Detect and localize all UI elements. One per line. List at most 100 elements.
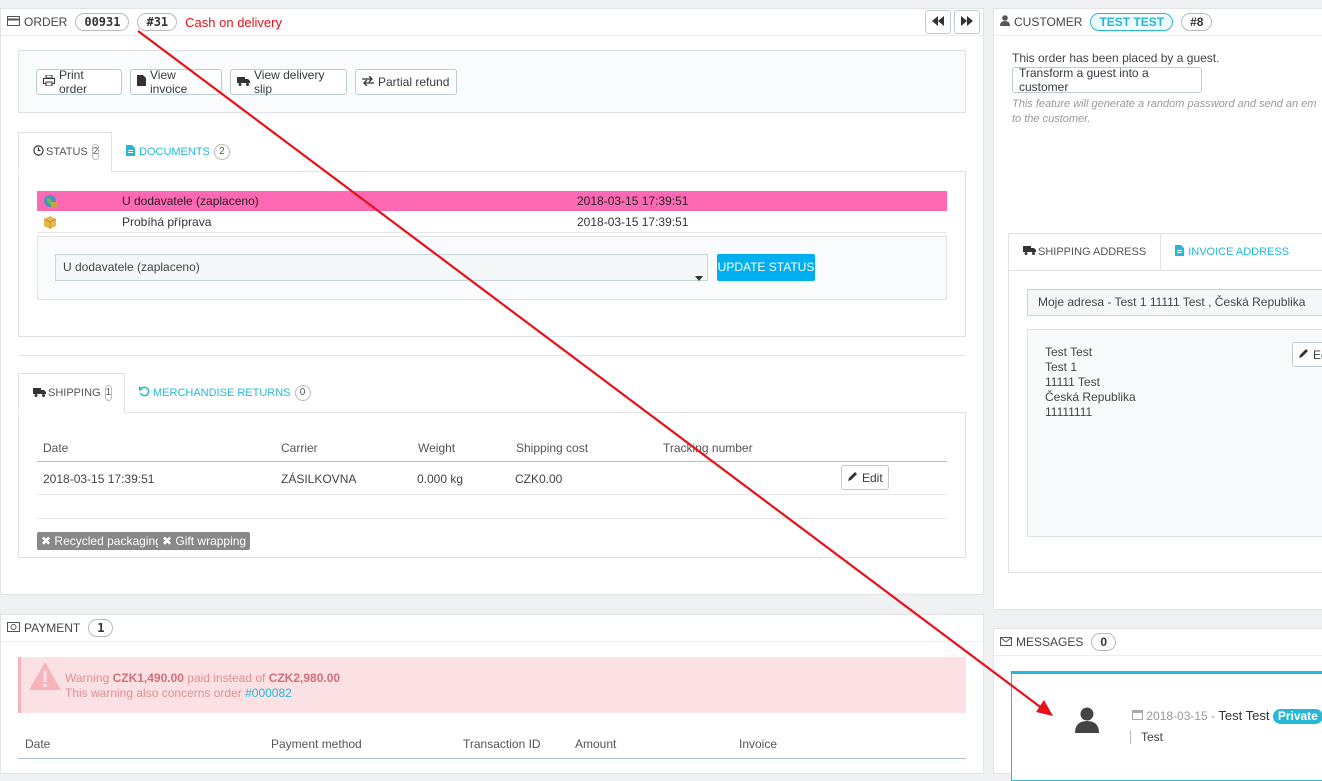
transform-guest-button[interactable]: Transform a guest into a customer <box>1012 66 1202 94</box>
warning-paid-amount: CZK1,490.00 <box>112 671 184 685</box>
edit-address-label: Ed <box>1313 347 1322 362</box>
update-status-label: UPDATE STATUS <box>717 260 815 274</box>
tab-invoice-address[interactable]: INVOICE ADDRESS <box>1161 234 1303 270</box>
warning-concerns-text: This warning also concerns order <box>65 686 246 700</box>
user-icon <box>1000 15 1010 29</box>
status-tab-content: U dodavatele (zaplaceno) 2018-03-15 17:3… <box>18 171 966 337</box>
documents-count: 2 <box>213 144 230 160</box>
pencil-icon <box>1299 348 1309 361</box>
warning-icon <box>29 662 61 693</box>
order-header: ORDER 00931 #31 Cash on delivery <box>1 9 983 36</box>
tab-status[interactable]: STATUS 2 <box>18 132 112 172</box>
payment-note: Cash on delivery <box>185 14 282 30</box>
print-order-label: Print order <box>59 68 88 96</box>
col-weight: Weight <box>418 441 456 455</box>
tab-shipping-address[interactable]: SHIPPING ADDRESS <box>1009 234 1162 270</box>
partial-refund-button[interactable]: Partial refund <box>355 69 457 95</box>
tab-shipping[interactable]: SHIPPING 1 <box>18 373 125 413</box>
edit-address-button[interactable]: Ed <box>1292 342 1322 367</box>
order-panel: ORDER 00931 #31 Cash on delivery Print o… <box>0 8 984 595</box>
feature-note: This feature will generate a random pass… <box>1012 98 1317 110</box>
private-badge: Private <box>1272 709 1322 724</box>
address-select-value: Moje adresa - Test 1 11111 Test , Česká … <box>1038 295 1306 309</box>
tab-invoice-address-label: INVOICE ADDRESS <box>1188 246 1290 258</box>
tab-status-label: STATUS <box>46 146 88 158</box>
status-select-value: U dodavatele (zaplaceno) <box>63 260 200 274</box>
message-date: 2018-03-15 <box>1146 709 1208 723</box>
shipping-cost: CZK0.00 <box>515 472 563 486</box>
tab-returns-label: MERCHANDISE RETURNS <box>153 387 291 399</box>
status-history-row: Probíhá příprava 2018-03-15 17:39:51 <box>37 212 947 233</box>
gift-wrapping-label: Gift wrapping <box>175 534 247 548</box>
edit-shipping-button[interactable]: Edit <box>841 465 889 490</box>
partial-refund-label: Partial refund <box>378 75 450 89</box>
view-invoice-label: View invoice <box>150 68 188 96</box>
payment-header-label: PAYMENT <box>24 621 81 635</box>
print-order-button[interactable]: Print order <box>36 68 122 96</box>
shipping-count: 1 <box>104 385 113 401</box>
prev-order-button[interactable] <box>925 10 951 34</box>
customer-panel: CUSTOMER TEST TEST #8 This order has bee… <box>993 8 1322 610</box>
messages-panel: MESSAGES 0 2018-03-15 - Test Test Privat… <box>993 628 1322 781</box>
message-meta: 2018-03-15 - Test Test Private <box>1132 708 1322 724</box>
table-header-line <box>18 758 966 759</box>
warning-order-link[interactable]: #000082 <box>245 686 292 700</box>
truck-icon <box>237 76 250 89</box>
payment-count-pill: 1 <box>88 619 114 637</box>
feature-note: to the customer. <box>1012 113 1091 125</box>
status-date: 2018-03-15 17:39:51 <box>577 215 689 229</box>
status-name: Probíhá příprava <box>122 215 212 229</box>
update-status-button[interactable]: UPDATE STATUS <box>717 254 815 281</box>
address-tabs: SHIPPING ADDRESS INVOICE ADDRESS <box>1009 234 1303 270</box>
shipping-date: 2018-03-15 17:39:51 <box>43 472 155 486</box>
tab-documents[interactable]: DOCUMENTS 2 <box>112 132 244 172</box>
address-select[interactable]: Moje adresa - Test 1 11111 Test , Česká … <box>1027 289 1322 316</box>
col-shipping-cost: Shipping cost <box>516 441 589 455</box>
address-line: 11111111 <box>1045 405 1093 419</box>
status-tabs: STATUS 2 DOCUMENTS 2 <box>18 132 244 172</box>
address-line: Test 1 <box>1045 360 1078 374</box>
transform-guest-label: Transform a guest into a customer <box>1019 66 1149 94</box>
divider <box>37 518 947 519</box>
customer-header: CUSTOMER TEST TEST #8 <box>994 9 1322 36</box>
shipping-tabs: SHIPPING 1 MERCHANDISE RETURNS 0 <box>18 373 325 413</box>
warning-line-2: This warning also concerns order #000082 <box>65 686 292 700</box>
next-order-button[interactable] <box>954 10 980 34</box>
address-line: 11111 Test <box>1045 375 1100 389</box>
truck-icon <box>33 387 46 400</box>
warning-prefix: Warning <box>65 671 113 685</box>
file-icon <box>137 75 146 89</box>
tab-merchandise-returns[interactable]: MERCHANDISE RETURNS 0 <box>125 373 325 413</box>
package-icon <box>43 215 57 232</box>
divider <box>18 355 966 356</box>
status-date: 2018-03-15 17:39:51 <box>577 194 689 208</box>
file-icon <box>1175 245 1185 259</box>
table-row: 2018-03-15 17:39:51 ZÁSILKOVNA 0.000 kg … <box>37 462 947 495</box>
recycled-packaging-label: Recycled packaging <box>54 534 162 548</box>
messages-header: MESSAGES 0 <box>994 629 1322 656</box>
address-lines: Test Test Test 1 11111 Test Česká Republ… <box>1045 345 1136 420</box>
calendar-icon <box>1132 709 1146 723</box>
tab-documents-label: DOCUMENTS <box>139 146 210 158</box>
status-update-form: U dodavatele (zaplaceno) UPDATE STATUS <box>37 236 947 300</box>
warning-line-1: Warning CZK1,490.00 paid instead of CZK2… <box>65 671 340 685</box>
col-payment-date: Date <box>25 737 51 751</box>
avatar <box>1075 707 1099 736</box>
edit-label: Edit <box>862 470 883 485</box>
view-invoice-button[interactable]: View invoice <box>130 68 222 96</box>
col-amount: Amount <box>575 737 617 751</box>
col-payment-method: Payment method <box>271 737 362 751</box>
customer-name-pill[interactable]: TEST TEST <box>1090 13 1174 31</box>
tab-shipping-label: SHIPPING <box>48 387 101 399</box>
status-select[interactable]: U dodavatele (zaplaceno) <box>55 254 708 281</box>
address-line: Test Test <box>1045 345 1093 359</box>
warning-middle: paid instead of <box>183 671 269 685</box>
col-date: Date <box>43 441 69 455</box>
message-text: Test <box>1130 730 1163 744</box>
customer-id-pill: #8 <box>1181 13 1213 31</box>
message-item: 2018-03-15 - Test Test Private Test <box>1011 671 1322 781</box>
undo-icon <box>139 386 150 400</box>
payment-panel: PAYMENT 1 Warning CZK1,490.00 paid inste… <box>0 614 984 774</box>
payment-warning: Warning CZK1,490.00 paid instead of CZK2… <box>18 657 966 713</box>
view-delivery-slip-button[interactable]: View delivery slip <box>230 68 347 96</box>
